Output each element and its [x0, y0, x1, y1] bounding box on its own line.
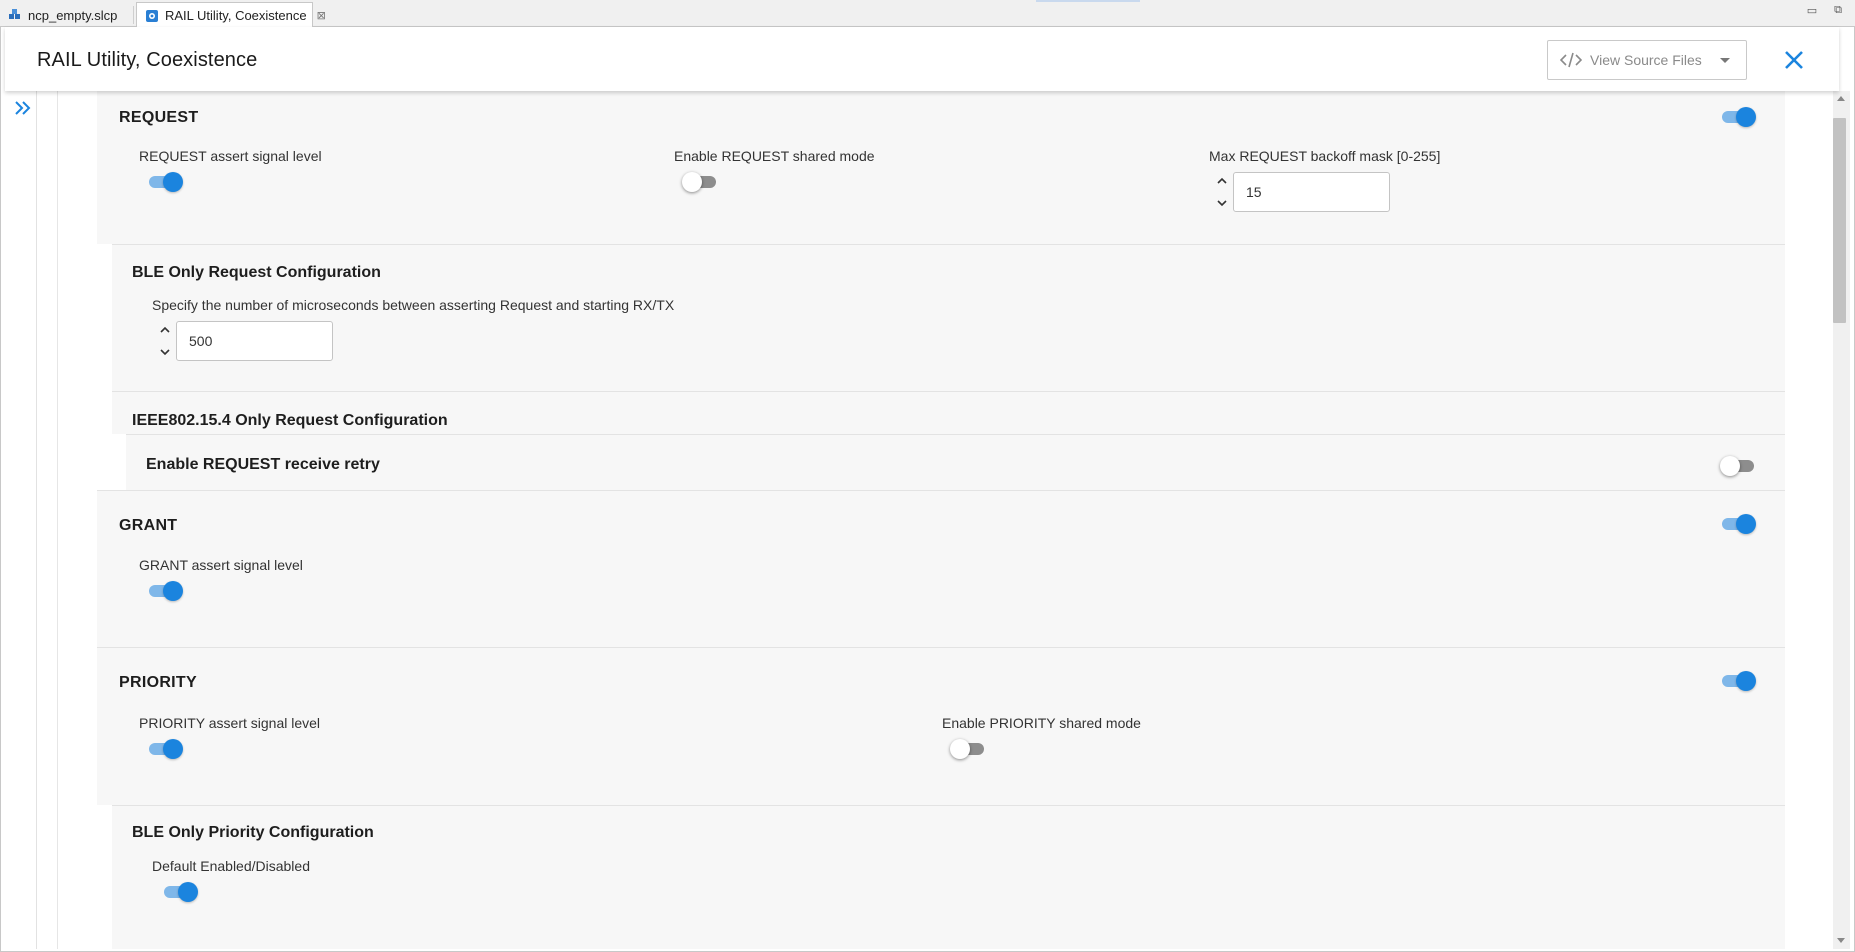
minimize-icon[interactable]: ▭ [1805, 4, 1819, 17]
request-assert-toggle[interactable] [147, 171, 183, 193]
ble-request-title: BLE Only Request Configuration [132, 264, 381, 281]
scroll-down-icon[interactable] [1836, 937, 1846, 945]
ieee-retry-toggle[interactable] [1720, 455, 1756, 477]
toggle-knob [163, 581, 183, 601]
priority-section: PRIORITY PRIORITY assert signal level En… [97, 647, 1785, 805]
restore-icon[interactable]: ⧉ [1831, 4, 1845, 17]
toggle-knob [178, 882, 198, 902]
ieee-retry-row: Enable REQUEST receive retry [126, 434, 1785, 490]
tab-label: RAIL Utility, Coexistence [165, 8, 307, 23]
chevron-down-icon[interactable] [159, 347, 171, 357]
component-icon [146, 9, 158, 22]
editor-tab-bar: ncp_empty.slcp RAIL Utility, Coexistence… [0, 0, 1855, 28]
tab-label: ncp_empty.slcp [28, 7, 118, 23]
request-shared-toggle[interactable] [682, 171, 718, 193]
request-backoff-spinner [1215, 172, 1390, 212]
project-icon [9, 9, 20, 19]
view-source-label: View Source Files [1590, 52, 1702, 68]
page-title: RAIL Utility, Coexistence [37, 49, 258, 71]
ble-priority-title: BLE Only Priority Configuration [132, 824, 374, 841]
priority-enable-toggle[interactable] [1720, 670, 1756, 692]
toggle-knob [1736, 107, 1756, 127]
priority-shared-toggle[interactable] [950, 738, 986, 760]
toggle-knob [1720, 456, 1740, 476]
tab-ncp-empty[interactable]: ncp_empty.slcp [0, 3, 135, 27]
ble-priority-default-label: Default Enabled/Disabled [152, 858, 310, 874]
window-controls: ▭ ⧉ [1805, 4, 1845, 17]
ble-request-delay-spinner [158, 321, 333, 361]
tab-separator [133, 6, 134, 24]
ble-priority-default-toggle[interactable] [162, 881, 198, 903]
grant-title: GRANT [119, 517, 178, 534]
chevron-down-icon [1720, 58, 1730, 63]
ieee-request-section: IEEE802.15.4 Only Request Configuration [112, 391, 1785, 434]
tab-bar-accent [1036, 0, 1140, 2]
ble-request-section: BLE Only Request Configuration Specify t… [112, 244, 1785, 391]
request-shared-label: Enable REQUEST shared mode [674, 148, 875, 164]
grant-enable-toggle[interactable] [1720, 513, 1756, 535]
ieee-retry-label: Enable REQUEST receive retry [146, 456, 380, 473]
tab-rail-coexistence[interactable]: RAIL Utility, Coexistence ⊠ [136, 2, 326, 28]
spinner-arrows [1215, 172, 1229, 212]
grant-section: GRANT GRANT assert signal level [97, 490, 1785, 647]
toggle-knob [1736, 514, 1756, 534]
priority-shared-label: Enable PRIORITY shared mode [942, 715, 1141, 731]
ble-request-delay-input[interactable] [176, 321, 333, 361]
priority-title: PRIORITY [119, 674, 197, 691]
chevron-down-icon[interactable] [1216, 198, 1228, 208]
chevron-up-icon[interactable] [159, 325, 171, 335]
grant-assert-label: GRANT assert signal level [139, 557, 303, 573]
priority-assert-label: PRIORITY assert signal level [139, 715, 321, 731]
view-source-files-button[interactable]: View Source Files [1547, 40, 1747, 80]
request-enable-toggle[interactable] [1720, 106, 1756, 128]
page-header: RAIL Utility, Coexistence View Source Fi… [5, 27, 1839, 91]
side-rail [5, 91, 37, 949]
toggle-knob [950, 739, 970, 759]
expand-panel-icon[interactable] [14, 100, 32, 116]
toggle-knob [682, 172, 702, 192]
request-section: REQUEST REQUEST assert signal level Enab… [97, 91, 1785, 244]
request-title: REQUEST [119, 109, 199, 126]
request-assert-label: REQUEST assert signal level [139, 148, 322, 164]
toggle-knob [1736, 671, 1756, 691]
scrollbar-thumb[interactable] [1833, 118, 1846, 323]
close-icon[interactable] [1781, 47, 1807, 73]
ble-request-delay-label: Specify the number of microseconds betwe… [152, 297, 675, 313]
request-backoff-input[interactable] [1233, 172, 1390, 212]
ieee-request-title: IEEE802.15.4 Only Request Configuration [132, 412, 448, 429]
toggle-knob [163, 172, 183, 192]
toggle-knob [163, 739, 183, 759]
priority-assert-toggle[interactable] [147, 738, 183, 760]
grant-assert-toggle[interactable] [147, 580, 183, 602]
ble-priority-section: BLE Only Priority Configuration Default … [112, 805, 1785, 949]
code-icon [1560, 52, 1582, 68]
scroll-up-icon[interactable] [1836, 94, 1846, 102]
request-backoff-label: Max REQUEST backoff mask [0-255] [1209, 148, 1441, 164]
content-gutter [38, 91, 58, 949]
chevron-up-icon[interactable] [1216, 176, 1228, 186]
tab-close-icon[interactable]: ⊠ [317, 9, 326, 22]
spinner-arrows [158, 321, 172, 361]
